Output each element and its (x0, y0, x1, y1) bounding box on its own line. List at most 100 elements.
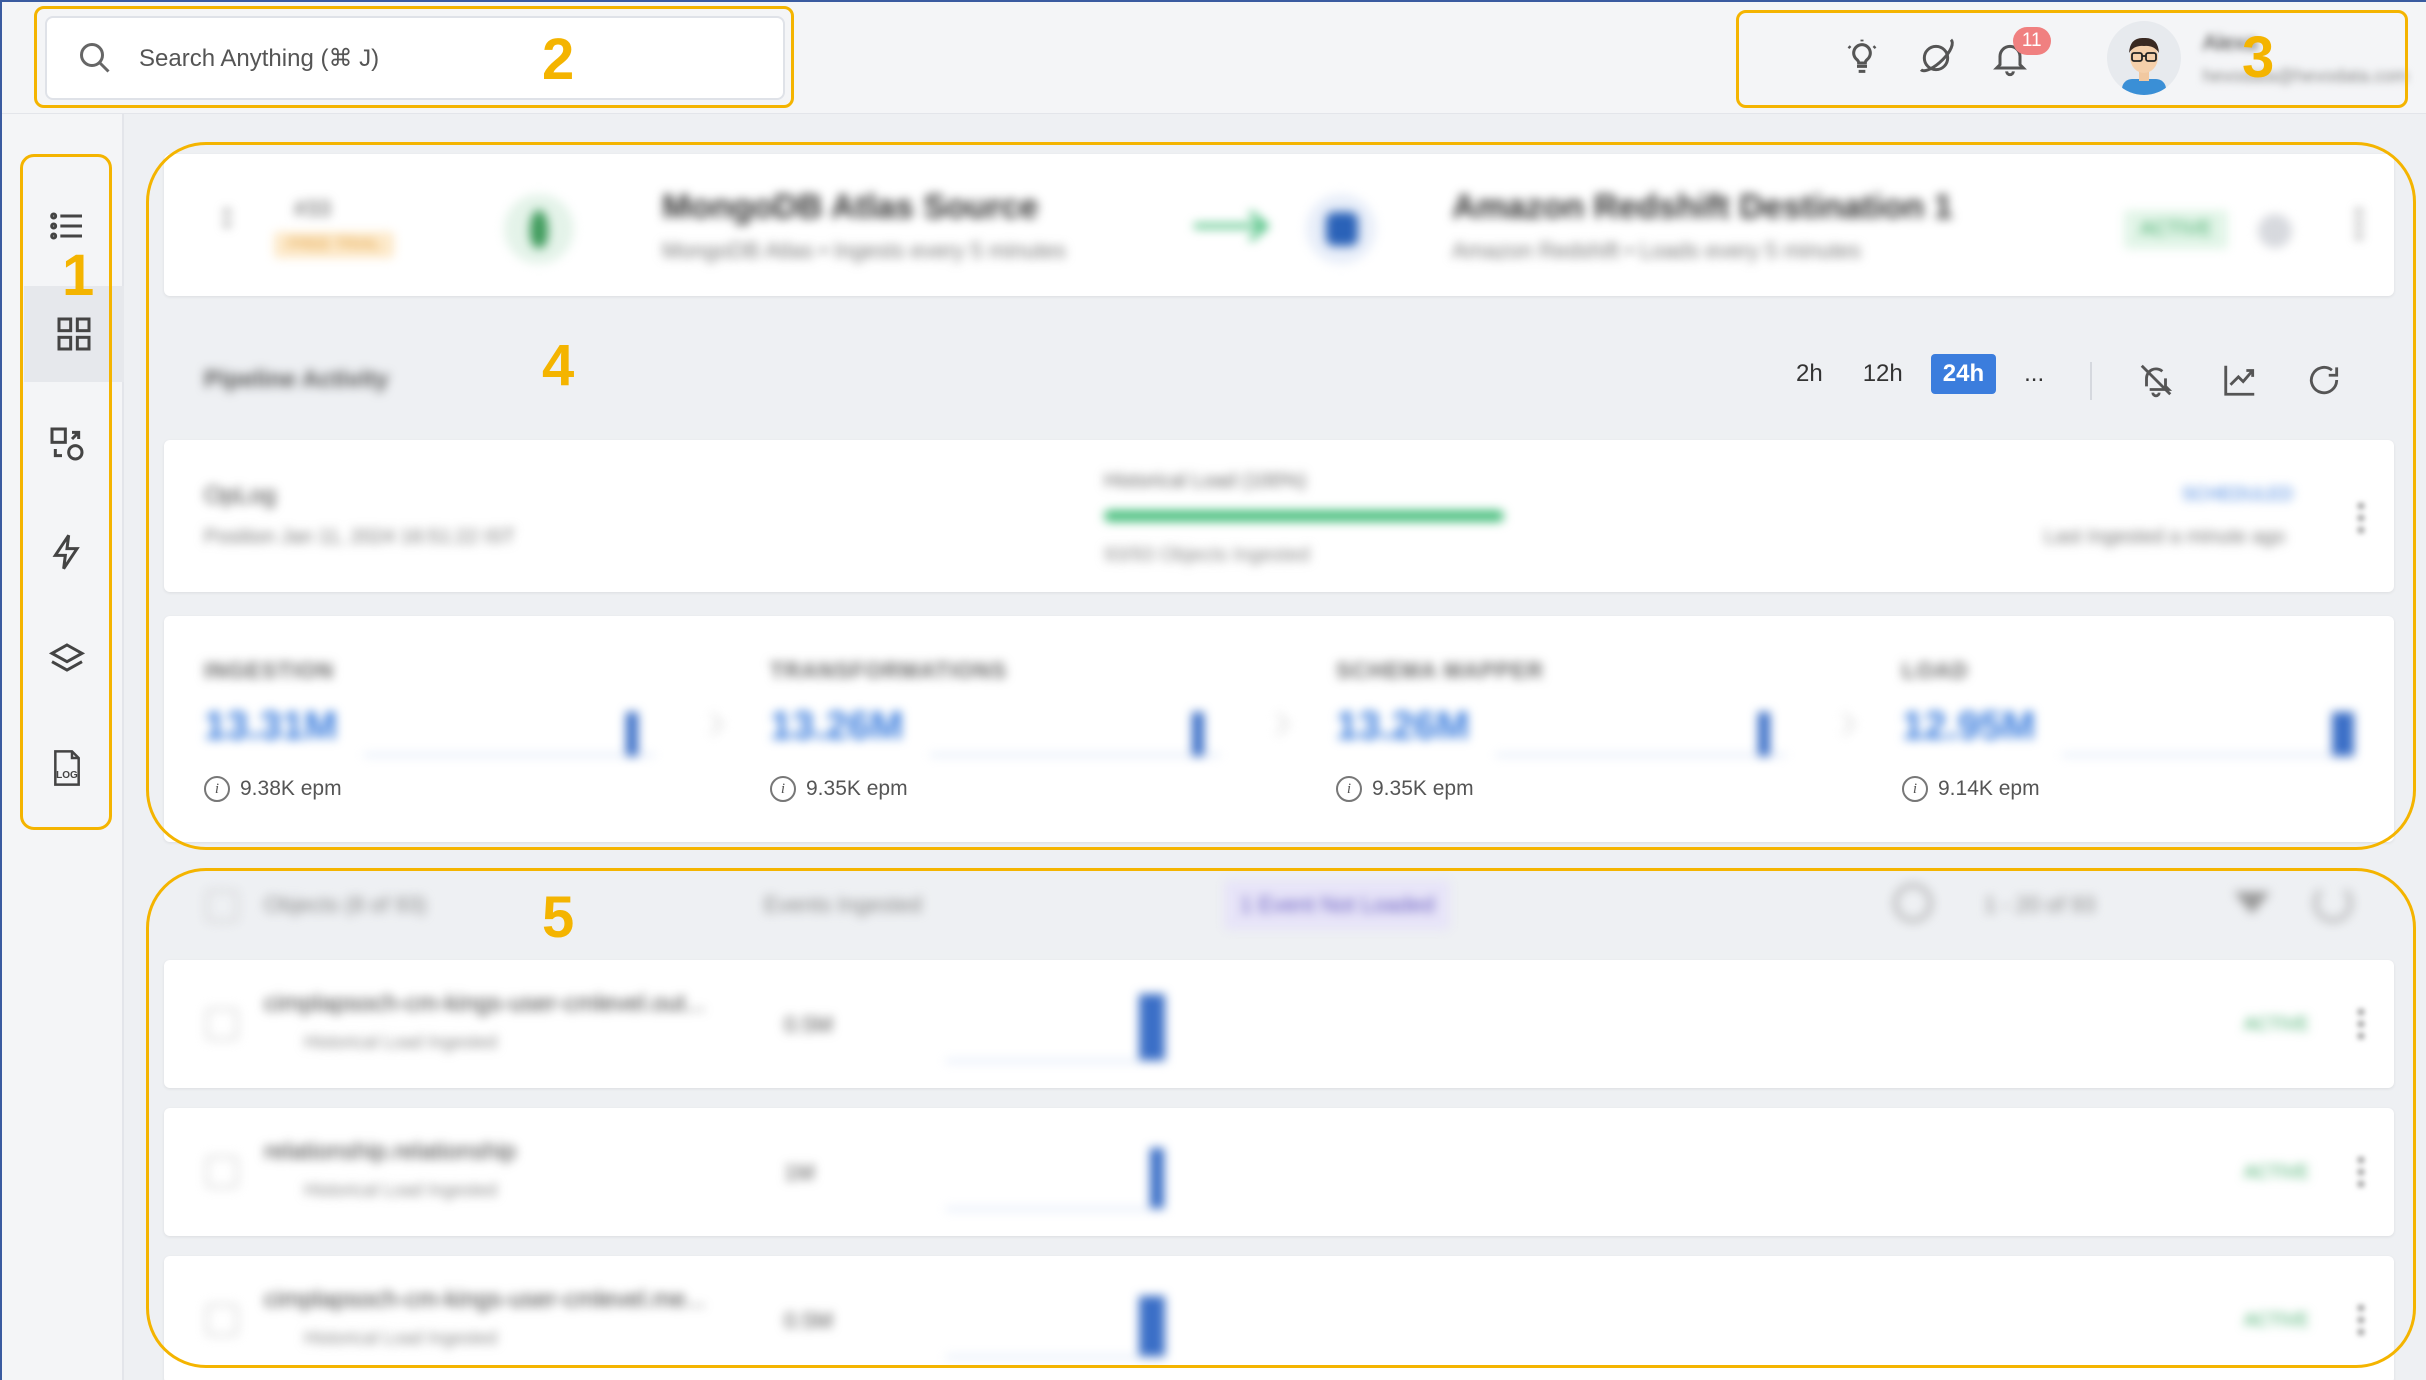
row-checkbox[interactable] (206, 1008, 238, 1040)
avatar[interactable] (2106, 21, 2181, 95)
divider (2090, 362, 2092, 400)
search-icon (80, 43, 110, 73)
stage-epm: i 9.35K epm (1336, 776, 1474, 802)
main-content: #33 FREE TRIAL MongoDB Atlas Source Mong… (124, 114, 2426, 1380)
refresh-icon[interactable] (2314, 884, 2352, 922)
historical-progress-bar (1104, 510, 1504, 522)
table-row[interactable]: cimplapsoch-cm-kings-user-cmlevel.out...… (164, 960, 2394, 1088)
stage-load[interactable]: LOAD 12.95M i 9.14K epm (1862, 616, 2422, 842)
epm-value: 9.35K epm (1372, 777, 1474, 800)
range-24h[interactable]: 24h (1930, 354, 1997, 394)
svg-text:LOG: LOG (56, 770, 78, 781)
notifications-bell-icon[interactable]: 11 (1983, 27, 2051, 85)
table-row[interactable]: relationship.relationship Historical Loa… (164, 1108, 2394, 1236)
object-count: 0.5M (784, 1012, 833, 1037)
pipeline-header: #33 FREE TRIAL MongoDB Atlas Source Mong… (164, 154, 2394, 296)
settings-icon[interactable] (2258, 214, 2292, 248)
arrow-right-icon (1194, 210, 1270, 242)
source-name[interactable]: MongoDB Atlas Source (662, 188, 1039, 227)
object-count: 0.5M (784, 1308, 833, 1333)
epm-value: 9.38K epm (240, 777, 342, 800)
stage-value: 13.31M (204, 704, 338, 748)
planet-icon[interactable] (1909, 31, 1963, 85)
more-options-icon[interactable] (2354, 206, 2364, 242)
bolt-icon (52, 534, 80, 570)
stage-transformations[interactable]: TRANSFORMATIONS 13.26M i 9.35K epm (730, 616, 1290, 842)
sparkline (1496, 754, 1786, 756)
sparkline (946, 1208, 1166, 1210)
object-name: cimplapsoch-cm-kings-user-cmlevel.out... (264, 990, 706, 1017)
sparkline-spike (626, 712, 638, 756)
status-badge: ACTIVE (2244, 1310, 2310, 1330)
select-all-checkbox[interactable] (206, 890, 238, 922)
grid-icon (57, 317, 91, 351)
row-checkbox[interactable] (206, 1156, 238, 1188)
lightbulb-icon[interactable] (1835, 31, 1889, 85)
more-options-icon[interactable] (2356, 1006, 2366, 1042)
table-row[interactable]: cimplapsoch-cm-kings-user-cmlevel.me... … (164, 1256, 2394, 1380)
source-sub: MongoDB Atlas • Ingests every 5 minutes (662, 238, 1066, 263)
redshift-logo-icon (1306, 194, 1376, 264)
trend-chart-icon[interactable] (2218, 358, 2262, 402)
annotation-label-4: 4 (542, 333, 575, 398)
not-loaded-badge[interactable]: 1 Event Not Loaded (1224, 880, 1451, 930)
stage-schema-mapper[interactable]: SCHEMA MAPPER 13.26M i 9.35K epm (1296, 616, 1856, 842)
sidebar-item-models[interactable] (24, 612, 110, 708)
epm-value: 9.35K epm (806, 777, 908, 800)
user-info[interactable]: Alexa hevodata@hevodata.com (2203, 30, 2408, 87)
object-name: relationship.relationship (264, 1138, 517, 1165)
search-icon[interactable] (1894, 884, 1932, 922)
more-options-icon[interactable] (2356, 1154, 2366, 1190)
log-icon: LOG (54, 750, 80, 786)
sparkline-spike (1758, 712, 1770, 756)
object-sub: Historical Load Ingested (304, 1180, 498, 1200)
destination-name[interactable]: Amazon Redshift Destination 1 (1452, 188, 1953, 227)
epm-value: 9.14K epm (1938, 777, 2040, 800)
pagination[interactable]: 1 - 20 of 93 (1984, 892, 2095, 918)
stage-epm: i 9.35K epm (770, 776, 908, 802)
activity-title: Pipeline Activity (204, 366, 389, 393)
transform-icon (50, 427, 84, 461)
info-icon: i (770, 776, 796, 802)
sparkline (364, 754, 654, 756)
annotation-label-5: 5 (542, 885, 575, 950)
stage-epm: i 9.14K epm (1902, 776, 2040, 802)
objects-ingested: 93/93 Objects Ingested (1104, 544, 1310, 566)
object-count: 1M (784, 1160, 815, 1185)
object-name: cimplapsoch-cm-kings-user-cmlevel.me... (264, 1286, 706, 1313)
search-input[interactable]: Search Anything (⌘ J) (45, 16, 785, 100)
sidebar-item-activate[interactable] (24, 504, 110, 600)
stage-title: LOAD (1902, 658, 1969, 683)
alerts-off-icon[interactable] (2134, 358, 2178, 402)
annotation-label-2: 2 (542, 27, 575, 92)
sidebar-item-logs[interactable]: LOG (24, 720, 110, 816)
stage-ingestion[interactable]: INGESTION 13.31M i 9.38K epm (164, 616, 724, 842)
user-name: Alexa (2202, 29, 2258, 55)
range-12h[interactable]: 12h (1851, 354, 1915, 394)
events-column-header: Events Ingested (764, 892, 922, 917)
stage-title: SCHEMA MAPPER (1336, 658, 1544, 683)
object-sub: Historical Load Ingested (304, 1328, 498, 1348)
range-2h[interactable]: 2h (1784, 354, 1835, 394)
sparkline (946, 1060, 1166, 1062)
more-options-icon[interactable] (2356, 500, 2366, 536)
last-ingested: Last Ingested a minute ago (2044, 526, 2286, 548)
search-placeholder: Search Anything (⌘ J) (139, 44, 380, 72)
sidebar-item-transformations[interactable] (24, 396, 110, 492)
filter-icon[interactable] (2234, 892, 2270, 914)
oplog-name: OpLog (204, 482, 277, 509)
refresh-icon[interactable] (2302, 358, 2346, 402)
status-badge: ACTIVE (2244, 1014, 2310, 1034)
expand-icon[interactable] (222, 206, 232, 230)
status-badge: ACTIVE (2244, 1162, 2310, 1182)
info-icon: i (1336, 776, 1362, 802)
row-checkbox[interactable] (206, 1304, 238, 1336)
user-email: hevodata@hevodata.com (2202, 65, 2408, 86)
annotation-label-1: 1 (62, 243, 95, 308)
list-icon (50, 212, 82, 240)
objects-header: Objects (8 of 93) Events Ingested 1 Even… (164, 866, 2394, 946)
sparkline-spike (1139, 1296, 1165, 1356)
more-options-icon[interactable] (2356, 1302, 2366, 1338)
range-more[interactable]: ... (2012, 354, 2056, 394)
stage-value: 12.95M (1902, 704, 2036, 748)
